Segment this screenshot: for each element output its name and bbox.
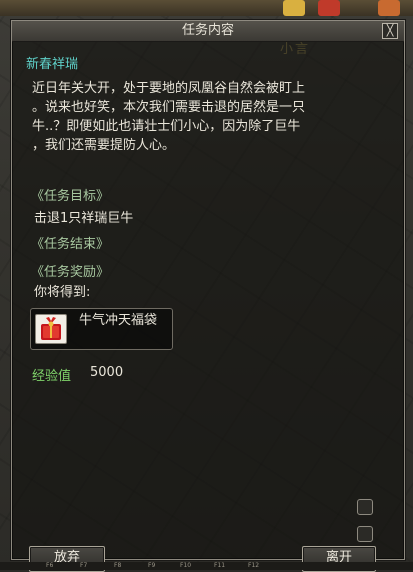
- receive-label: 你将得到:: [34, 285, 91, 300]
- hotkey-f7[interactable]: F7: [80, 562, 87, 570]
- hotkey-f9[interactable]: F9: [148, 562, 155, 570]
- reward-item-name: 牛气冲天福袋: [79, 313, 158, 328]
- hotkey-f6[interactable]: F6: [46, 562, 53, 570]
- quest-name: 新春祥瑞: [26, 57, 79, 72]
- hotkey-f8[interactable]: F8: [114, 562, 121, 570]
- quest-details-window: 任务内容 ╳ 新春祥瑞 近日年关大开，处于要地的凤凰谷自然会被盯上 。说来也好笑…: [11, 20, 405, 572]
- exp-value: 5000: [90, 365, 124, 380]
- objective-header: 《任务目标》: [31, 189, 110, 204]
- reward-item-slot[interactable]: 牛气冲天福袋: [30, 308, 173, 350]
- window-titlebar[interactable]: 任务内容 ╳: [12, 21, 404, 42]
- hotkey-bar: [0, 562, 413, 570]
- scroll-down-icon[interactable]: [357, 499, 373, 515]
- window-title: 任务内容: [181, 23, 234, 38]
- gift-hud-icon[interactable]: [318, 0, 340, 16]
- exp-label: 经验值: [32, 369, 72, 384]
- hotkey-f10[interactable]: F10: [180, 562, 191, 570]
- objective-text: 击退1只祥瑞巨牛: [34, 211, 134, 226]
- reward-header: 《任务奖励》: [31, 265, 110, 280]
- top-hud-bar: [0, 0, 413, 16]
- face-hud-icon[interactable]: [378, 0, 400, 16]
- quest-description: 近日年关大开，处于要地的凤凰谷自然会被盯上 。说来也好笑，本次我们需要击退的居然…: [32, 81, 306, 153]
- scroll-bottom-icon[interactable]: [357, 526, 373, 542]
- red-gift-bag-icon: [35, 314, 67, 344]
- quest-end-header: 《任务结束》: [31, 237, 110, 252]
- hotkey-f11[interactable]: F11: [214, 562, 225, 570]
- close-button[interactable]: ╳: [382, 23, 398, 39]
- hotkey-f12[interactable]: F12: [248, 562, 259, 570]
- scroll-hud-icon[interactable]: [283, 0, 305, 16]
